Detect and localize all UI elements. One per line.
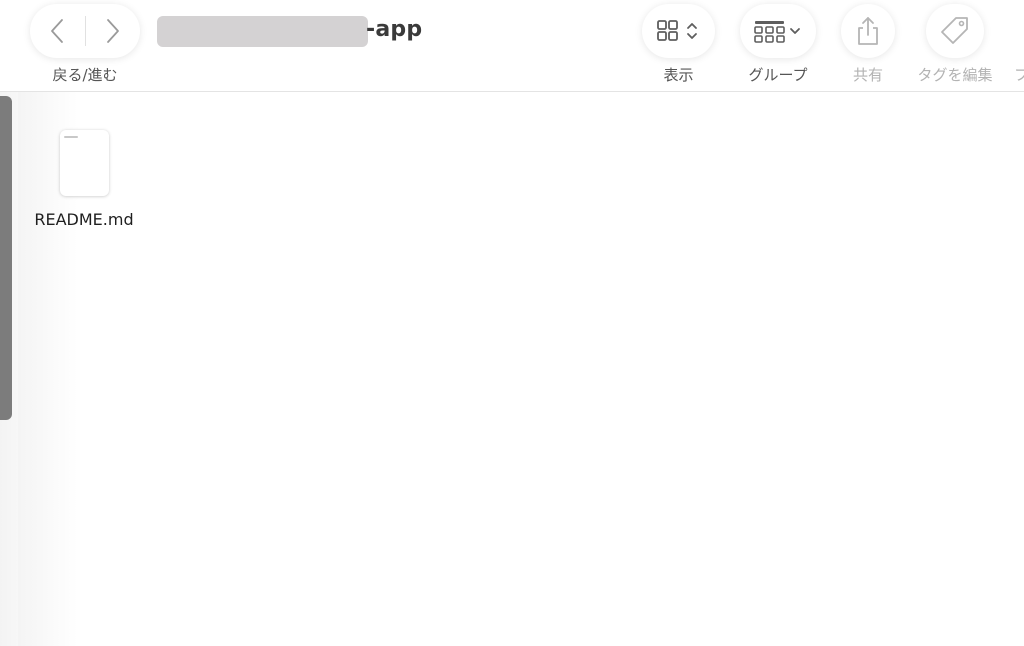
view-label: 表示 (663, 66, 694, 84)
back-forward-label: 戻る/進む (52, 66, 118, 84)
file-name: README.md (34, 210, 134, 229)
share-label: 共有 (852, 66, 883, 84)
share-icon (858, 17, 878, 45)
view-button[interactable] (642, 4, 715, 58)
title-redaction (157, 16, 368, 47)
back-button[interactable] (30, 4, 85, 58)
tag-icon (941, 17, 968, 44)
tag-label: タグを編集 (917, 66, 993, 84)
group-button[interactable] (740, 4, 816, 58)
back-forward-control (30, 4, 140, 58)
forward-button[interactable] (85, 4, 140, 58)
tag-button[interactable] (926, 4, 984, 58)
grid-view-icon (656, 20, 697, 41)
chevron-left-icon (51, 19, 64, 43)
group-icon (754, 21, 800, 43)
window-title: -app (366, 17, 423, 42)
sidebar-scrollbar[interactable] (0, 96, 12, 420)
group-label: グループ (748, 66, 808, 84)
document-icon (60, 130, 109, 196)
toolbar: 戻る/進む -app 表示 グループ 共有 タグを編集 フ (0, 0, 1024, 92)
truncated-toolbar-label: フ (1014, 66, 1024, 84)
document-header-line (64, 136, 78, 138)
chevron-right-icon (106, 19, 119, 43)
share-button[interactable] (841, 4, 895, 58)
finder-window: 戻る/進む -app 表示 グループ 共有 タグを編集 フ README.md (0, 0, 1024, 646)
